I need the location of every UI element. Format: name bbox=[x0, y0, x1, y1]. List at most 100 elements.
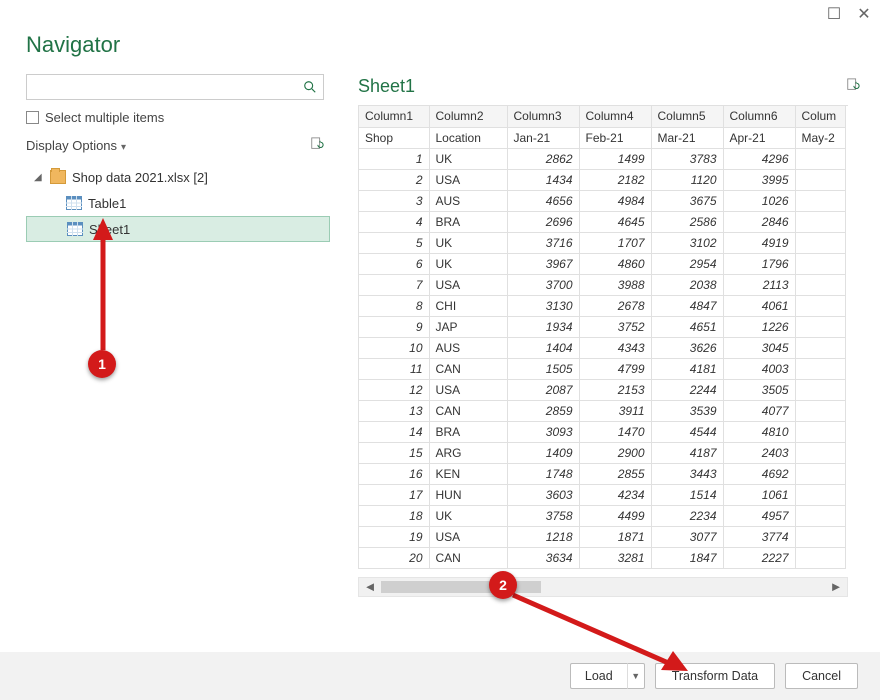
refresh-preview-icon[interactable] bbox=[846, 78, 860, 95]
table-cell: KEN bbox=[429, 463, 507, 484]
table-icon bbox=[66, 196, 82, 210]
load-dropdown-button[interactable]: ▼ bbox=[627, 663, 645, 689]
table-cell: 1218 bbox=[507, 526, 579, 547]
table-cell: 1847 bbox=[651, 547, 723, 568]
table-cell: 4656 bbox=[507, 190, 579, 211]
table-cell: 3626 bbox=[651, 337, 723, 358]
tree-item-table1[interactable]: Table1 bbox=[26, 190, 330, 216]
table-cell bbox=[795, 379, 845, 400]
table-cell bbox=[795, 316, 845, 337]
table-cell bbox=[795, 337, 845, 358]
scroll-thumb[interactable] bbox=[381, 581, 541, 593]
table-cell: BRA bbox=[429, 211, 507, 232]
table-cell: 3967 bbox=[507, 253, 579, 274]
tree-item-sheet1[interactable]: Sheet1 bbox=[26, 216, 330, 242]
table-cell: 2900 bbox=[579, 442, 651, 463]
table-cell: 2182 bbox=[579, 169, 651, 190]
tree-file-label: Shop data 2021.xlsx [2] bbox=[72, 170, 208, 185]
refresh-icon[interactable] bbox=[310, 137, 324, 154]
table-row: 2USA1434218211203995 bbox=[359, 169, 845, 190]
table-cell: 3077 bbox=[651, 526, 723, 547]
column-header[interactable]: Column4 bbox=[579, 106, 651, 127]
table-row: 9JAP1934375246511226 bbox=[359, 316, 845, 337]
table-cell: 1871 bbox=[579, 526, 651, 547]
table-cell: 2 bbox=[359, 169, 429, 190]
scroll-right-icon[interactable]: ► bbox=[825, 579, 847, 594]
table-cell: 2113 bbox=[723, 274, 795, 295]
folder-icon bbox=[50, 170, 66, 184]
search-input[interactable] bbox=[27, 75, 297, 99]
table-cell: 7 bbox=[359, 274, 429, 295]
table-cell: 2954 bbox=[651, 253, 723, 274]
table-cell bbox=[795, 358, 845, 379]
table-cell: HUN bbox=[429, 484, 507, 505]
horizontal-scrollbar[interactable]: ◄ ► bbox=[358, 577, 848, 597]
table-cell: 4645 bbox=[579, 211, 651, 232]
table-cell: USA bbox=[429, 379, 507, 400]
close-icon[interactable]: ✕ bbox=[854, 4, 874, 24]
table-row: 17HUN3603423415141061 bbox=[359, 484, 845, 505]
table-cell: UK bbox=[429, 505, 507, 526]
table-cell: 3045 bbox=[723, 337, 795, 358]
checkbox-icon[interactable] bbox=[26, 111, 39, 124]
table-cell: 3988 bbox=[579, 274, 651, 295]
table-cell: 9 bbox=[359, 316, 429, 337]
table-row: 6UK3967486029541796 bbox=[359, 253, 845, 274]
table-cell bbox=[795, 295, 845, 316]
tree-item-label: Sheet1 bbox=[89, 222, 130, 237]
table-cell: 2403 bbox=[723, 442, 795, 463]
tree-file-node[interactable]: ◢ Shop data 2021.xlsx [2] bbox=[26, 164, 330, 190]
table-row: 3AUS4656498436751026 bbox=[359, 190, 845, 211]
table-cell: 2859 bbox=[507, 400, 579, 421]
expander-icon[interactable]: ◢ bbox=[34, 172, 44, 183]
table-cell: 6 bbox=[359, 253, 429, 274]
transform-data-button[interactable]: Transform Data bbox=[655, 663, 775, 689]
maximize-icon[interactable]: ☐ bbox=[824, 4, 844, 24]
search-icon[interactable] bbox=[297, 80, 323, 94]
table-cell: 16 bbox=[359, 463, 429, 484]
table-cell: Feb-21 bbox=[579, 127, 651, 148]
table-cell: 2227 bbox=[723, 547, 795, 568]
column-header[interactable]: Column6 bbox=[723, 106, 795, 127]
table-row: 7USA3700398820382113 bbox=[359, 274, 845, 295]
column-header[interactable]: Column5 bbox=[651, 106, 723, 127]
table-row: 12USA2087215322443505 bbox=[359, 379, 845, 400]
scroll-left-icon[interactable]: ◄ bbox=[359, 579, 381, 594]
column-header[interactable]: Colum bbox=[795, 106, 845, 127]
table-cell: 15 bbox=[359, 442, 429, 463]
table-row: 15ARG1409290041872403 bbox=[359, 442, 845, 463]
table-cell: 3758 bbox=[507, 505, 579, 526]
table-cell: 4 bbox=[359, 211, 429, 232]
column-header[interactable]: Column3 bbox=[507, 106, 579, 127]
table-cell: 3995 bbox=[723, 169, 795, 190]
search-input-wrapper[interactable] bbox=[26, 74, 324, 100]
table-cell: AUS bbox=[429, 190, 507, 211]
table-cell: 3505 bbox=[723, 379, 795, 400]
tree-item-label: Table1 bbox=[88, 196, 126, 211]
load-split-button[interactable]: Load ▼ bbox=[570, 663, 645, 689]
select-multiple-checkbox[interactable]: Select multiple items bbox=[26, 110, 330, 125]
cancel-button[interactable]: Cancel bbox=[785, 663, 858, 689]
table-cell: 4919 bbox=[723, 232, 795, 253]
table-cell: May-2 bbox=[795, 127, 845, 148]
table-cell: 20 bbox=[359, 547, 429, 568]
table-cell: 4499 bbox=[579, 505, 651, 526]
table-cell: 4296 bbox=[723, 148, 795, 169]
display-options-dropdown[interactable]: Display Options▾ bbox=[26, 138, 126, 153]
load-button[interactable]: Load bbox=[570, 663, 627, 689]
table-cell: UK bbox=[429, 232, 507, 253]
scroll-track[interactable] bbox=[381, 581, 825, 593]
column-header[interactable]: Column1 bbox=[359, 106, 429, 127]
table-cell bbox=[795, 274, 845, 295]
column-header[interactable]: Column2 bbox=[429, 106, 507, 127]
table-cell: 3716 bbox=[507, 232, 579, 253]
table-cell: 4957 bbox=[723, 505, 795, 526]
table-cell: ARG bbox=[429, 442, 507, 463]
table-cell bbox=[795, 232, 845, 253]
table-row: 1UK2862149937834296 bbox=[359, 148, 845, 169]
annotation-1-badge: 1 bbox=[88, 350, 116, 378]
table-cell: 2234 bbox=[651, 505, 723, 526]
table-row: 13CAN2859391135394077 bbox=[359, 400, 845, 421]
table-cell: 4234 bbox=[579, 484, 651, 505]
table-cell: CAN bbox=[429, 400, 507, 421]
